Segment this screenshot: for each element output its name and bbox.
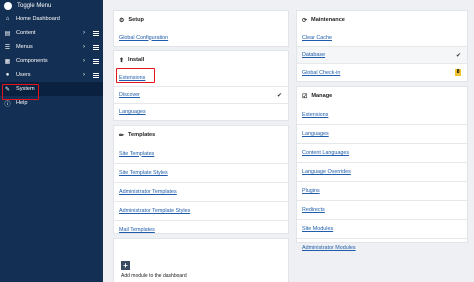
setup-header: ⚙ Setup: [114, 11, 288, 29]
install-header: ⬆ Install: [114, 51, 288, 69]
redirects-link[interactable]: Redirects: [302, 207, 325, 213]
manage-row: Language Overrides: [297, 162, 467, 181]
list-icon: ☰: [4, 44, 11, 51]
dashboard-grid-icon[interactable]: [93, 30, 99, 36]
check-icon: ✔: [455, 52, 461, 59]
templates-card: ✏ Templates Site Templates Site Template…: [113, 125, 289, 234]
templates-row: Site Templates: [114, 144, 288, 163]
add-module-label: Add module to the dashboard: [121, 273, 187, 279]
dashboard-grid-icon[interactable]: [93, 72, 99, 78]
site-template-styles-link[interactable]: Site Template Styles: [119, 170, 168, 176]
setup-title: Setup: [128, 17, 144, 23]
sidebar: Toggle Menu ⌂ Home Dashboard ▤ Content ›…: [0, 0, 103, 282]
info-icon: ⓘ: [4, 101, 11, 108]
manage-title: Manage: [311, 93, 333, 99]
plugins-link[interactable]: Plugins: [302, 188, 320, 194]
sidebar-item-home-dashboard[interactable]: ⌂ Home Dashboard: [0, 12, 103, 26]
mail-templates-link[interactable]: Mail Templates: [119, 227, 155, 233]
sidebar-item-components[interactable]: ▦ Components ›: [0, 54, 103, 68]
global-configuration-link[interactable]: Global Configuration: [119, 35, 168, 41]
manage-row: Content Languages: [297, 143, 467, 162]
refresh-icon: ⟳: [302, 17, 308, 24]
sidebar-item-menus[interactable]: ☰ Menus ›: [0, 40, 103, 54]
add-module-icon[interactable]: +: [121, 261, 130, 270]
manage-row: Redirects: [297, 200, 467, 219]
add-module-card[interactable]: + Add module to the dashboard: [113, 238, 289, 282]
file-icon: ▤: [4, 30, 11, 37]
site-templates-link[interactable]: Site Templates: [119, 151, 154, 157]
chevron-right-icon: ›: [83, 30, 85, 36]
global-check-in-link[interactable]: Global Check-in: [302, 70, 340, 76]
setup-row: Global Configuration: [114, 29, 288, 46]
manage-row: Administrator Modules: [297, 238, 467, 256]
administrator-modules-link[interactable]: Administrator Modules: [302, 245, 356, 251]
toggle-menu-button[interactable]: Toggle Menu: [0, 0, 103, 12]
maintenance-row: Clear Cache: [297, 29, 467, 46]
sidebar-item-label: Components: [16, 58, 48, 64]
discover-link[interactable]: Discover: [119, 92, 140, 98]
setup-card: ⚙ Setup Global Configuration: [113, 10, 289, 47]
templates-row: Administrator Templates: [114, 182, 288, 201]
upload-icon: ⬆: [119, 57, 125, 64]
manage-card: ☑ Manage Extensions Languages Content La…: [296, 86, 468, 251]
home-icon: ⌂: [5, 16, 10, 22]
templates-row: Mail Templates: [114, 220, 288, 239]
manage-row: Languages: [297, 124, 467, 143]
chevron-right-icon: ›: [83, 44, 85, 50]
sidebar-item-users[interactable]: ● Users ›: [0, 68, 103, 82]
templates-row: Administrator Template Styles: [114, 201, 288, 220]
maintenance-card: ⟳ Maintenance Clear Cache Database ✔ Glo…: [296, 10, 468, 82]
templates-title: Templates: [128, 132, 156, 138]
templates-header: ✏ Templates: [114, 126, 288, 144]
templates-row: Site Template Styles: [114, 163, 288, 182]
manage-languages-link[interactable]: Languages: [302, 131, 329, 137]
tasks-icon: ☑: [302, 93, 308, 100]
install-card: ⬆ Install Extensions Discover ✔ Language…: [113, 50, 289, 121]
gear-icon: ⚙: [119, 17, 125, 24]
users-icon: ●: [5, 72, 10, 78]
toggle-icon: [4, 2, 12, 10]
install-row: Discover ✔: [114, 86, 288, 103]
cubes-icon: ▦: [4, 58, 11, 65]
maintenance-title: Maintenance: [311, 17, 345, 23]
database-link[interactable]: Database: [302, 52, 325, 58]
administrator-template-styles-link[interactable]: Administrator Template Styles: [119, 208, 190, 214]
dashboard-grid-icon[interactable]: [93, 44, 99, 50]
administrator-templates-link[interactable]: Administrator Templates: [119, 189, 177, 195]
check-icon: ✔: [276, 92, 282, 99]
sidebar-item-label: Help: [16, 100, 28, 106]
clear-cache-link[interactable]: Clear Cache: [302, 35, 332, 41]
language-overrides-link[interactable]: Language Overrides: [302, 169, 351, 175]
system-highlight-box: [2, 84, 39, 100]
manage-row: Plugins: [297, 181, 467, 200]
maintenance-header: ⟳ Maintenance: [297, 11, 467, 29]
manage-header: ☑ Manage: [297, 87, 467, 105]
site-modules-link[interactable]: Site Modules: [302, 226, 333, 232]
maintenance-row: Global Check-in 8: [297, 63, 467, 81]
sidebar-item-label: Menus: [16, 44, 33, 50]
extensions-highlight-box: [116, 68, 155, 83]
manage-row: Extensions: [297, 105, 467, 124]
install-title: Install: [128, 57, 145, 63]
sidebar-item-label: Home Dashboard: [16, 16, 60, 22]
paint-brush-icon: ✏: [119, 132, 125, 139]
languages-link[interactable]: Languages: [119, 109, 146, 115]
toggle-menu-label: Toggle Menu: [17, 3, 52, 9]
chevron-right-icon: ›: [83, 72, 85, 78]
manage-extensions-link[interactable]: Extensions: [302, 112, 328, 118]
sidebar-item-label: Users: [16, 72, 31, 78]
dashboard-grid-icon[interactable]: [93, 58, 99, 64]
chevron-right-icon: ›: [83, 58, 85, 64]
checkin-count-badge: 8: [455, 69, 461, 76]
content-languages-link[interactable]: Content Languages: [302, 150, 349, 156]
manage-row: Site Modules: [297, 219, 467, 238]
sidebar-item-content[interactable]: ▤ Content ›: [0, 26, 103, 40]
maintenance-row: Database ✔: [297, 46, 467, 63]
sidebar-item-label: Content: [16, 30, 36, 36]
install-row: Languages: [114, 103, 288, 120]
